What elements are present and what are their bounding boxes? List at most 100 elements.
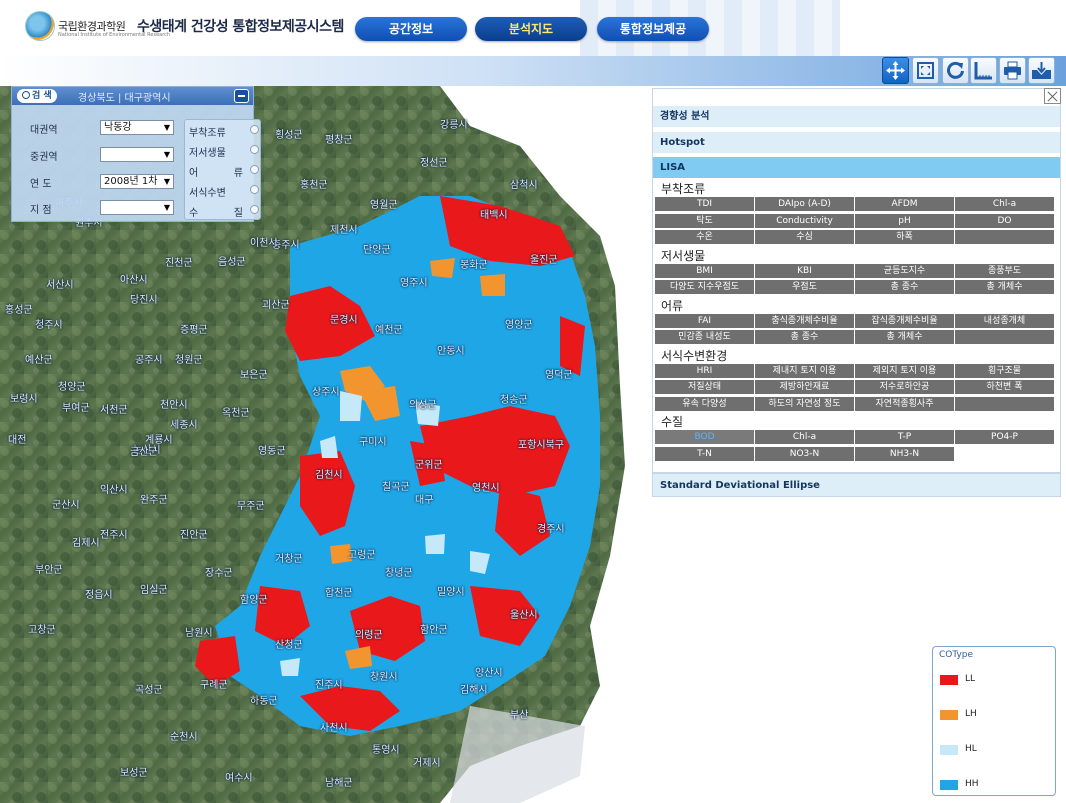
map-place-label: 구례군 (200, 680, 228, 691)
map-place-label: 계룡시 (145, 435, 173, 446)
section-lisa[interactable]: LISA (653, 157, 1060, 179)
dropdown-arrow-icon: ▼ (163, 177, 170, 186)
section-trend-analysis[interactable]: 경향성 분석 (653, 106, 1060, 128)
indicator-button[interactable]: 민감종 내성도 (655, 330, 754, 344)
map-place-label: 서산시 (46, 280, 74, 291)
layer-fish[interactable]: 어 류 (189, 164, 259, 179)
indicator-button[interactable]: FAI (655, 313, 754, 328)
mid-basin-select[interactable]: ▼ (100, 147, 174, 162)
indicator-button[interactable]: 제방하안재료 (755, 380, 854, 394)
section-hotspot[interactable]: Hotspot (653, 132, 1060, 154)
year-select[interactable]: 2008년 1차 ▼ (100, 174, 174, 189)
indicator-button[interactable]: NO3-N (755, 446, 854, 461)
indicator-button[interactable]: 잡식종개체수비율 (855, 313, 954, 328)
nav-spatial-info-button[interactable]: 공간정보 (355, 17, 467, 41)
indicator-button[interactable]: 수심 (755, 230, 854, 244)
save-image-button[interactable] (1028, 57, 1055, 84)
layer-benthic[interactable]: 저서생물 (189, 144, 259, 159)
indicator-button[interactable]: HRI (655, 363, 754, 378)
indicator-button[interactable]: 유속 다양성 (655, 396, 754, 411)
radio-button[interactable] (250, 125, 259, 134)
indicator-button[interactable]: KBI (755, 263, 854, 278)
close-icon[interactable] (1044, 88, 1061, 104)
indicator-button[interactable]: Conductivity (755, 213, 854, 228)
pan-tool-button[interactable] (882, 57, 909, 84)
indicator-button[interactable]: 우점도 (755, 280, 854, 294)
indicator-button[interactable]: 저질상태 (655, 380, 754, 394)
indicator-button[interactable]: 하천변 폭 (955, 380, 1054, 394)
indicator-button[interactable]: PO4-P (955, 430, 1054, 444)
layer-habitat[interactable]: 서식수변 (189, 184, 259, 199)
legend-title: COType (939, 650, 974, 660)
indicator-button[interactable]: 균등도지수 (855, 263, 954, 278)
major-basin-select[interactable]: 낙동강 ▼ (100, 120, 174, 135)
map-place-label: 익산시 (100, 485, 128, 496)
indicator-button[interactable]: 다양도 지수우점도 (655, 280, 754, 294)
map-place-label: 의령군 (355, 630, 383, 641)
indicator-button[interactable]: TDI (655, 197, 754, 211)
indicator-button[interactable]: 종풍부도 (955, 263, 1054, 278)
map-place-label: 여수시 (225, 773, 253, 784)
layer-water-quality[interactable]: 수 질 (189, 204, 259, 219)
print-icon (1004, 61, 1021, 80)
map-place-label: 영덕군 (545, 370, 573, 381)
indicator-button[interactable]: Chl-a (755, 430, 854, 444)
indicator-button[interactable]: 총 개체수 (955, 280, 1054, 294)
legend-swatch (940, 780, 958, 790)
indicator-button[interactable]: DO (955, 213, 1054, 228)
indicator-button[interactable]: 총 개체수 (855, 330, 954, 344)
legend-label: HL (965, 744, 977, 754)
search-tab[interactable]: 검 색 (17, 89, 57, 103)
indicator-button[interactable]: 충식종개체수비율 (755, 313, 854, 328)
map-place-label: 구미시 (359, 437, 387, 448)
nav-integrated-info-button[interactable]: 통합정보제공 (597, 17, 709, 41)
indicator-button[interactable]: 제내지 토지 이용 (755, 363, 854, 378)
indicator-button[interactable]: 수온 (655, 230, 754, 244)
radio-button[interactable] (250, 145, 259, 154)
indicator-button[interactable]: AFDM (855, 197, 954, 211)
site-select[interactable]: ▼ (100, 200, 174, 215)
dropdown-arrow-icon: ▼ (163, 150, 170, 159)
indicator-button[interactable]: Chl-a (955, 197, 1054, 211)
refresh-button[interactable] (942, 57, 969, 84)
map-place-label: 단양군 (363, 245, 391, 256)
indicator-button[interactable]: pH (855, 213, 954, 228)
indicator-button[interactable]: BMI (655, 263, 754, 278)
indicator-button[interactable]: 총 종수 (855, 280, 954, 294)
layer-periphyton[interactable]: 부착조류 (189, 124, 259, 139)
radio-button[interactable] (250, 185, 259, 194)
group-title: 서식수변환경 (661, 348, 728, 363)
indicator-button[interactable]: 하도의 자연성 정도 (755, 396, 854, 411)
indicator-button[interactable]: NH3-N (855, 446, 954, 461)
region-breadcrumb[interactable]: 경상북도 | 대구광역시 (78, 89, 171, 104)
map-place-label: 당진시 (130, 295, 158, 306)
search-panel-header: 검 색 경상북도 | 대구광역시 (12, 87, 253, 105)
measure-button[interactable] (970, 57, 997, 84)
radio-button[interactable] (250, 165, 259, 174)
indicator-button[interactable]: 내성종개체 (955, 313, 1054, 328)
nier-logo-icon[interactable] (25, 11, 55, 41)
indicator-button[interactable]: 자연적종횡사주 (855, 396, 954, 411)
map-place-label: 밀양시 (437, 587, 465, 598)
map-place-label: 영양군 (505, 320, 533, 331)
map-place-label: 거제시 (413, 758, 441, 769)
print-button[interactable] (999, 57, 1026, 84)
indicator-button[interactable]: 탁도 (655, 213, 754, 228)
map-place-label: 음성군 (218, 257, 246, 268)
indicator-button[interactable]: T-N (655, 446, 754, 461)
section-standard-deviational-ellipse[interactable]: Standard Deviational Ellipse (652, 473, 1061, 497)
header: 국립환경과학원 National Institute of Environmen… (0, 0, 1066, 56)
indicator-button[interactable]: 하폭 (855, 230, 954, 244)
full-extent-button[interactable] (912, 57, 939, 84)
collapse-minus-icon[interactable] (234, 89, 249, 103)
indicator-button[interactable]: T-P (855, 430, 954, 444)
indicator-button[interactable]: 횡구조물 (955, 363, 1054, 378)
empty-cell (955, 230, 1054, 244)
indicator-button[interactable]: 제외지 토지 이용 (855, 363, 954, 378)
nav-analysis-map-button[interactable]: 분석지도 (475, 17, 587, 41)
indicator-button[interactable]: 총 종수 (755, 330, 854, 344)
indicator-button[interactable]: BOD (655, 430, 754, 444)
indicator-button[interactable]: DAIpo (A-D) (755, 197, 854, 211)
radio-button[interactable] (250, 205, 259, 214)
indicator-button[interactable]: 저수로하안공 (855, 380, 954, 394)
